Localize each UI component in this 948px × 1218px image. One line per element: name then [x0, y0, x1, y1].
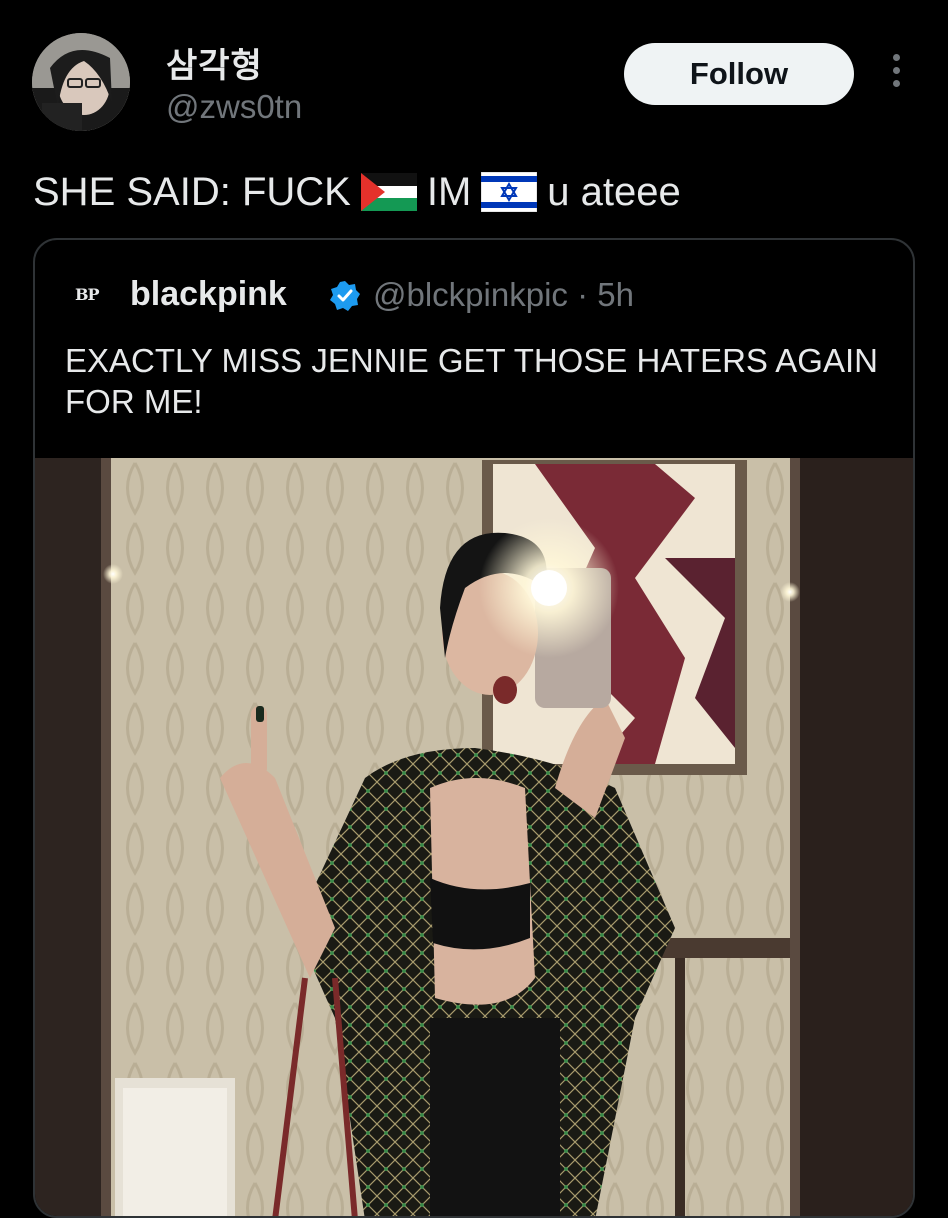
israel-flag-icon [481, 172, 538, 212]
tweet-text-part: SHE SAID: FUCK [33, 169, 351, 214]
blackpink-logo[interactable]: BP [75, 285, 100, 304]
mirror-selfie-photo[interactable] [35, 458, 913, 1216]
quoted-handle-time[interactable]: @blckpinkpic · 5h [373, 276, 634, 314]
tweet-header: 삼각형 @zws0tn Follow [0, 0, 948, 160]
palestine-flag-icon [360, 173, 417, 211]
more-vertical-icon[interactable] [884, 54, 908, 94]
quoted-tweet-text: EXACTLY MISS JENNIE GET THOSE HATERS AGA… [65, 342, 878, 420]
tweet-text-part: IM [426, 169, 472, 214]
author-avatar[interactable] [32, 33, 130, 131]
quoted-tweet-header: BP blackpink @blckpinkpic · 5h [35, 240, 913, 313]
author-handle[interactable]: @zws0tn [166, 88, 302, 126]
quoted-author-name[interactable]: blackpink [130, 275, 287, 314]
tweet-text: SHE SAID: FUCK IM u ateee [33, 166, 681, 218]
quoted-tweet[interactable]: BP blackpink @blckpinkpic · 5h EXACTLY M… [33, 238, 915, 1218]
verified-badge-icon [330, 281, 360, 311]
follow-button[interactable]: Follow [624, 43, 854, 105]
tweet-text-part: u ateee [547, 169, 681, 214]
author-display-name[interactable]: 삼각형 [166, 38, 263, 87]
